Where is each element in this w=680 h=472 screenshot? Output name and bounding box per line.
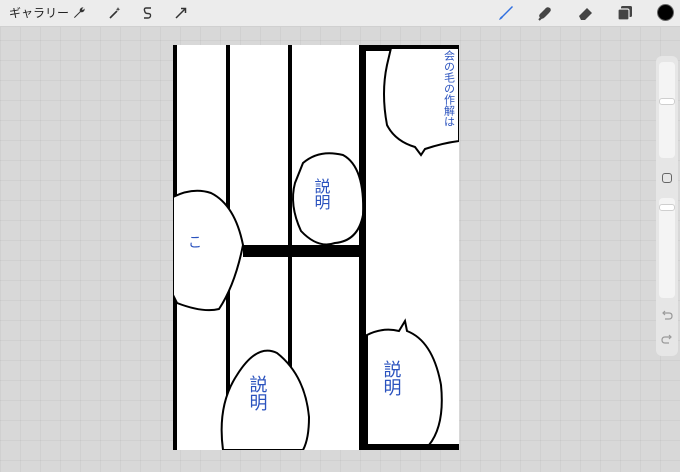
brush-sidebar bbox=[656, 56, 678, 356]
brush-size-slider[interactable] bbox=[659, 62, 675, 158]
layers-icon[interactable] bbox=[615, 3, 635, 23]
redo-icon[interactable] bbox=[660, 332, 674, 346]
brush-size-thumb[interactable] bbox=[659, 98, 675, 105]
handwritten-left: こ bbox=[188, 235, 202, 251]
manga-panel-drawing: こ 説明 会の毛の作解は 説明 説明 bbox=[172, 45, 460, 451]
handwritten-bottom-left: 説明 bbox=[247, 375, 268, 412]
magic-wand-icon[interactable] bbox=[106, 4, 124, 22]
opacity-thumb[interactable] bbox=[659, 204, 675, 211]
speech-bubble-bottom-right bbox=[366, 318, 443, 446]
modify-button[interactable] bbox=[662, 173, 672, 183]
handwritten-top-right: 会の毛の作解は bbox=[443, 50, 456, 127]
speech-bubble-left bbox=[172, 189, 245, 312]
wrench-icon[interactable] bbox=[70, 4, 88, 22]
eraser-icon[interactable] bbox=[576, 3, 596, 23]
handwritten-middle: 説明 bbox=[312, 178, 331, 211]
brush-icon[interactable] bbox=[496, 3, 516, 23]
opacity-slider[interactable] bbox=[659, 198, 675, 298]
gallery-button[interactable]: ギャラリー bbox=[9, 5, 69, 21]
transform-arrow-icon[interactable] bbox=[172, 4, 190, 22]
drawing-canvas[interactable]: こ 説明 会の毛の作解は 説明 説明 bbox=[172, 45, 460, 451]
color-picker-button[interactable] bbox=[657, 4, 674, 21]
selection-s-icon[interactable] bbox=[139, 4, 157, 22]
smudge-icon[interactable] bbox=[535, 3, 555, 23]
undo-icon[interactable] bbox=[660, 308, 674, 322]
horizontal-panel-border bbox=[243, 245, 363, 257]
top-toolbar: ギャラリー bbox=[0, 0, 680, 27]
handwritten-bottom-right: 説明 bbox=[381, 360, 402, 397]
